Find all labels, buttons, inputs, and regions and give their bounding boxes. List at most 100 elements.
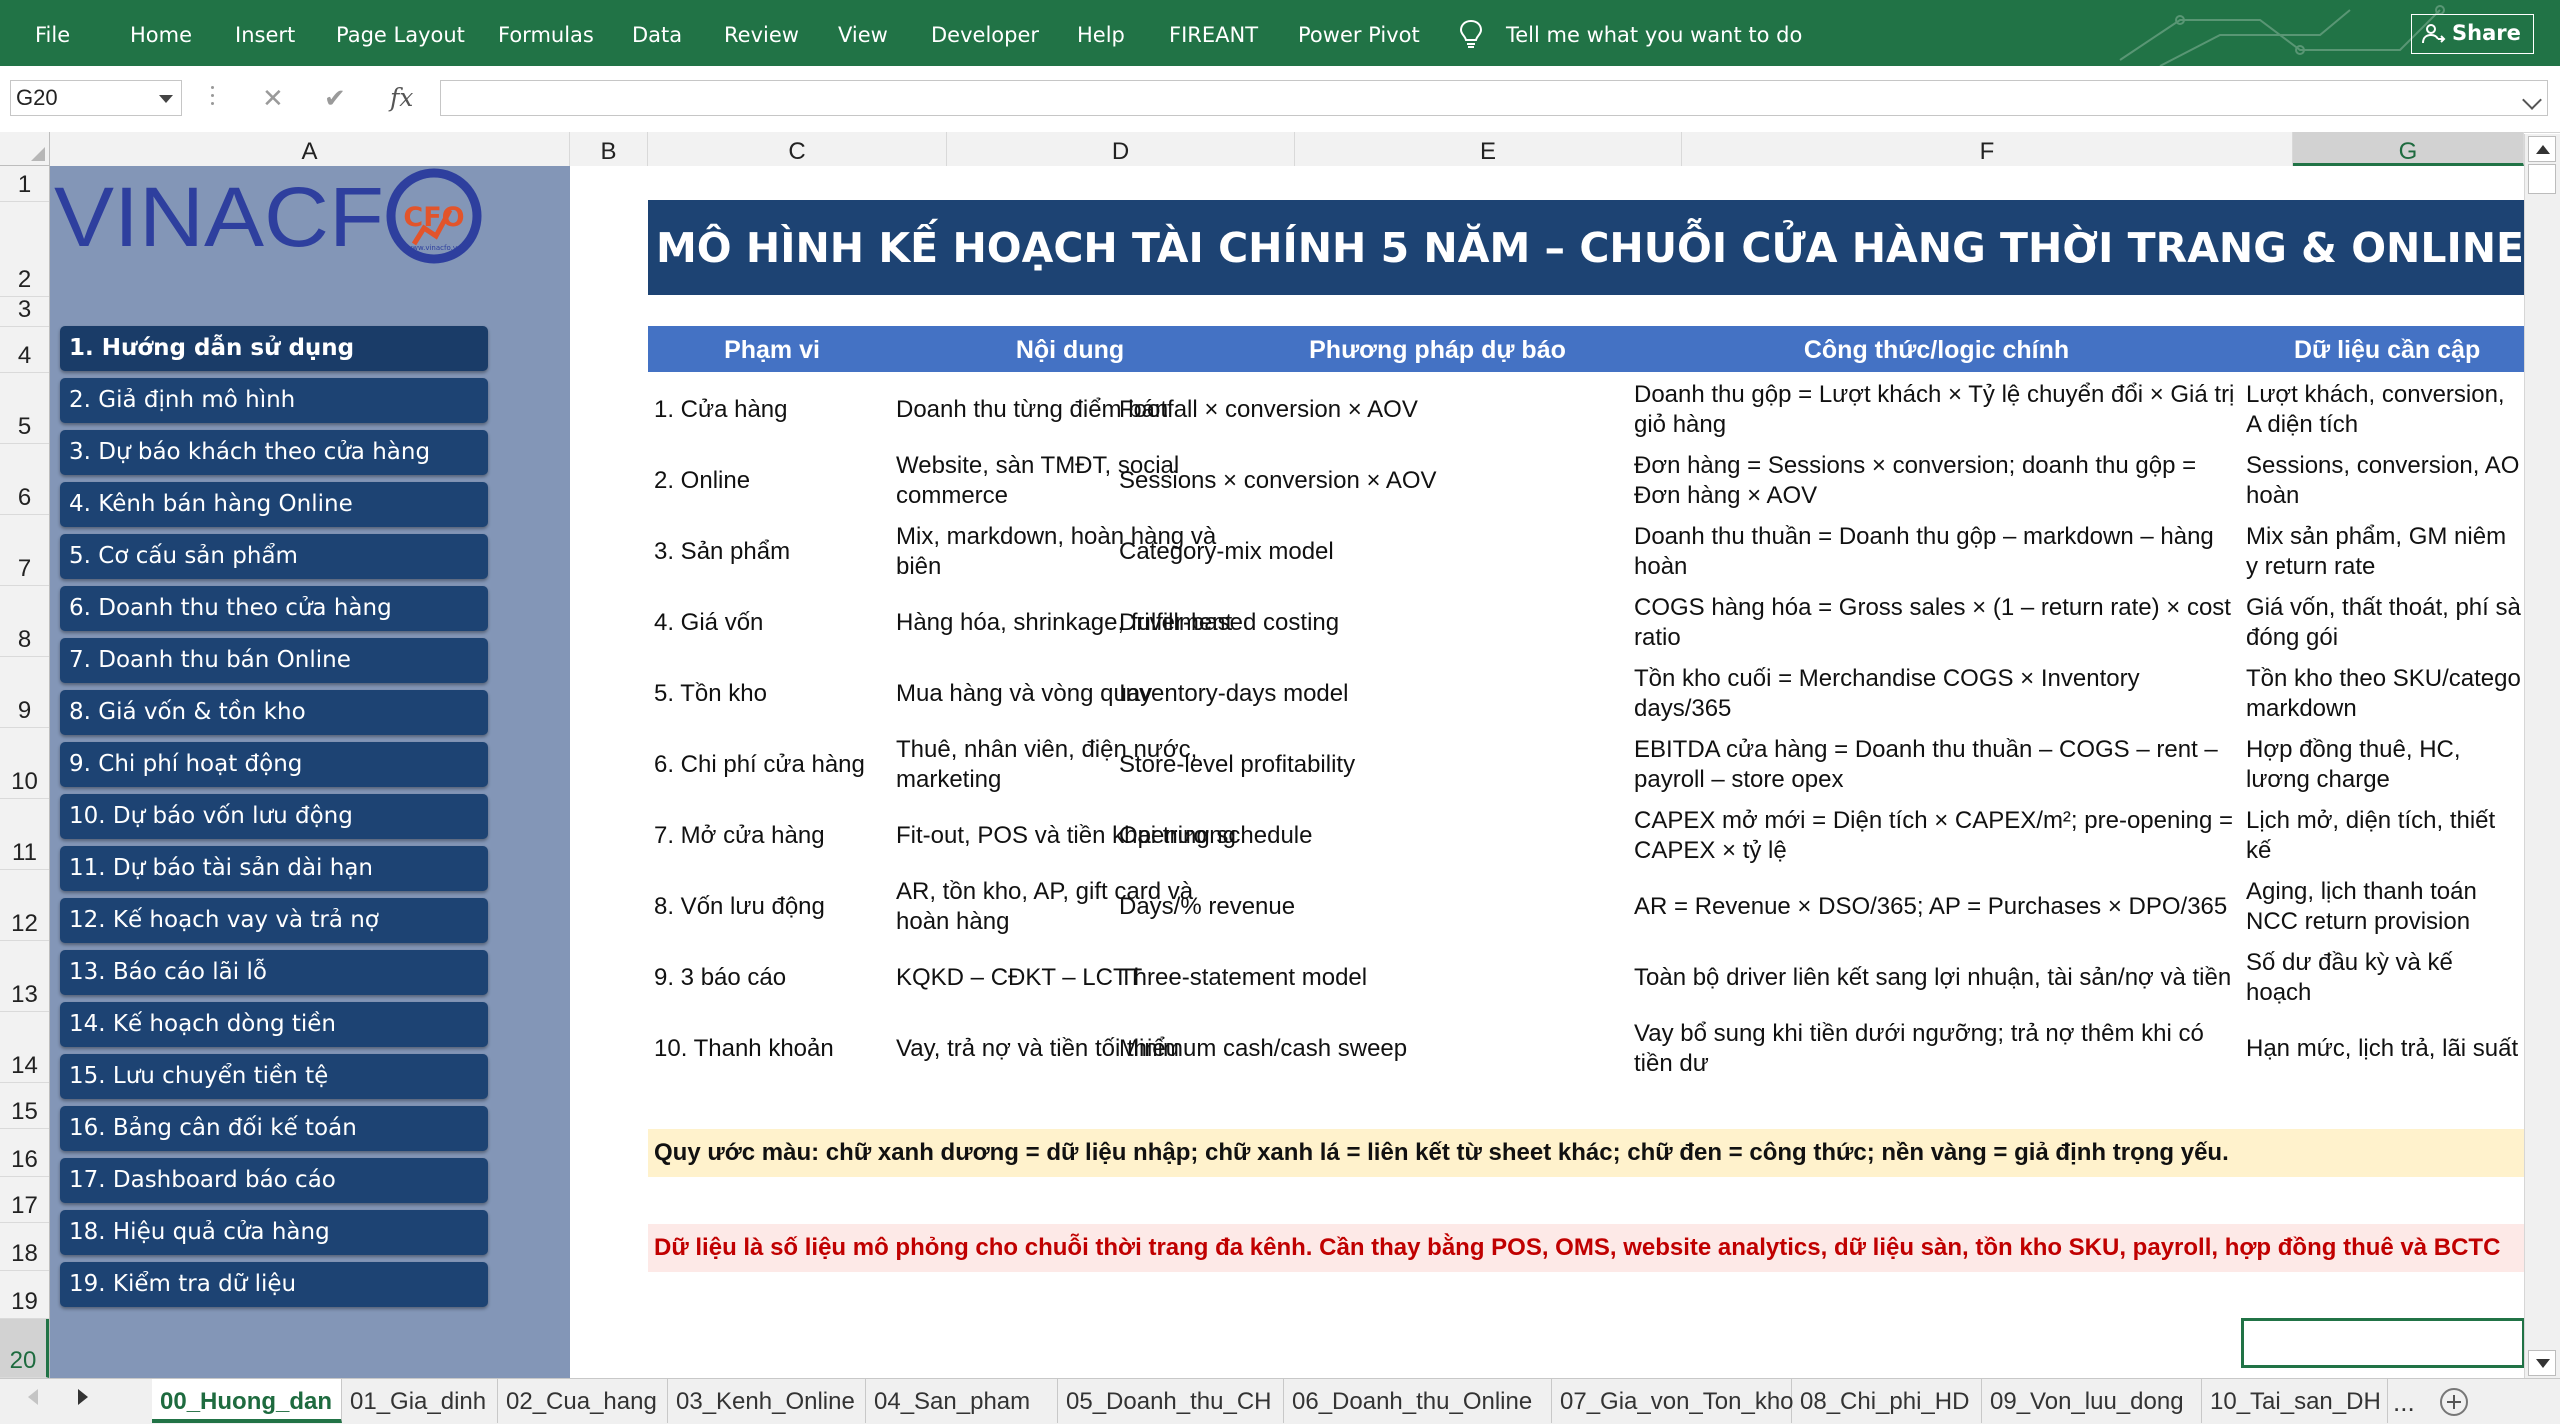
- scope-cell[interactable]: 2. Online: [654, 445, 894, 516]
- scroll-down-button[interactable]: [2528, 1350, 2556, 1376]
- nav-item-18[interactable]: 18. Hiệu quả cửa hàng: [60, 1210, 488, 1255]
- name-box-dropdown-icon[interactable]: [159, 95, 173, 103]
- nav-item-7[interactable]: 7. Doanh thu bán Online: [60, 638, 488, 683]
- ribbon-tab-data[interactable]: Data: [632, 0, 682, 66]
- nav-item-10[interactable]: 10. Dự báo vốn lưu động: [60, 794, 488, 839]
- nav-item-1[interactable]: 1. Hướng dẫn sử dụng: [60, 326, 488, 371]
- data-needed-cell[interactable]: Lượt khách, conversion, A diện tích: [2246, 374, 2524, 445]
- method-cell[interactable]: Sessions × conversion × AOV: [1119, 445, 1501, 516]
- nav-item-16[interactable]: 16. Bảng cân đối kế toán: [60, 1106, 488, 1151]
- scope-cell[interactable]: 8. Vốn lưu động: [654, 871, 894, 942]
- row-header[interactable]: 4: [0, 327, 49, 373]
- column-header-a[interactable]: A: [50, 132, 570, 166]
- nav-item-12[interactable]: 12. Kế hoạch vay và trả nợ: [60, 898, 488, 943]
- sheet-tab-05[interactable]: 05_Doanh_thu_CH: [1058, 1379, 1284, 1423]
- row-header[interactable]: 14: [0, 1012, 49, 1083]
- row-header[interactable]: 10: [0, 728, 49, 799]
- nav-item-6[interactable]: 6. Doanh thu theo cửa hàng: [60, 586, 488, 631]
- ribbon-tab-fireant[interactable]: FIREANT: [1169, 0, 1258, 66]
- row-header[interactable]: 19: [0, 1271, 49, 1319]
- formula-cell[interactable]: Toàn bộ driver liên kết sang lợi nhuận, …: [1634, 942, 2242, 1013]
- row-header[interactable]: 2: [0, 202, 49, 297]
- ribbon-tab-file[interactable]: File: [35, 0, 70, 66]
- column-header-c[interactable]: C: [648, 132, 947, 166]
- column-header-g[interactable]: G: [2293, 132, 2524, 166]
- row-header[interactable]: 9: [0, 657, 49, 728]
- ribbon-tab-view[interactable]: View: [838, 0, 888, 66]
- sheet-tab-10[interactable]: 10_Tai_san_DH: [2202, 1379, 2388, 1423]
- scope-cell[interactable]: 10. Thanh khoản: [654, 1013, 894, 1084]
- nav-item-13[interactable]: 13. Báo cáo lãi lỗ: [60, 950, 488, 995]
- next-sheet-icon[interactable]: [78, 1389, 88, 1405]
- method-cell[interactable]: Three-statement model: [1119, 942, 1501, 1013]
- method-cell[interactable]: Minimum cash/cash sweep: [1119, 1013, 1501, 1084]
- enter-formula-icon[interactable]: ✔: [324, 80, 346, 116]
- row-header[interactable]: 16: [0, 1129, 49, 1177]
- ribbon-tab-insert[interactable]: Insert: [235, 0, 295, 66]
- data-needed-cell[interactable]: Aging, lịch thanh toán NCC return provis…: [2246, 871, 2524, 942]
- formula-cell[interactable]: AR = Revenue × DSO/365; AP = Purchases ×…: [1634, 871, 2242, 942]
- data-needed-cell[interactable]: Mix sản phẩm, GM niêm y return rate: [2246, 516, 2524, 587]
- method-cell[interactable]: Days/% revenue: [1119, 871, 1501, 942]
- column-header-e[interactable]: E: [1295, 132, 1682, 166]
- select-all-corner[interactable]: [0, 132, 50, 166]
- share-button[interactable]: Share: [2411, 14, 2534, 54]
- row-header[interactable]: 8: [0, 586, 49, 657]
- formula-cell[interactable]: Doanh thu gộp = Lượt khách × Tỷ lệ chuyể…: [1634, 374, 2242, 445]
- nav-item-19[interactable]: 19. Kiểm tra dữ liệu: [60, 1262, 488, 1307]
- data-needed-cell[interactable]: Hợp đồng thuê, HC, lương charge: [2246, 729, 2524, 800]
- ribbon-tab-developer[interactable]: Developer: [931, 0, 1039, 66]
- ribbon-tab-review[interactable]: Review: [724, 0, 799, 66]
- data-needed-cell[interactable]: Sessions, conversion, AO hoàn: [2246, 445, 2524, 516]
- nav-item-17[interactable]: 17. Dashboard báo cáo: [60, 1158, 488, 1203]
- method-cell[interactable]: Store-level profitability: [1119, 729, 1501, 800]
- row-header[interactable]: 5: [0, 373, 49, 444]
- method-cell[interactable]: Footfall × conversion × AOV: [1119, 374, 1501, 445]
- data-needed-cell[interactable]: Hạn mức, lịch trả, lãi suất: [2246, 1013, 2524, 1084]
- sheet-tab-00[interactable]: 00_Huong_dan: [152, 1379, 342, 1423]
- sheet-tab-03[interactable]: 03_Kenh_Online: [668, 1379, 866, 1423]
- expand-formula-bar-icon[interactable]: [2522, 90, 2542, 110]
- row-header[interactable]: 15: [0, 1083, 49, 1129]
- formula-cell[interactable]: COGS hàng hóa = Gross sales × (1 – retur…: [1634, 587, 2242, 658]
- scope-cell[interactable]: 1. Cửa hàng: [654, 374, 894, 445]
- nav-item-4[interactable]: 4. Kênh bán hàng Online: [60, 482, 488, 527]
- sheet-tab-02[interactable]: 02_Cua_hang: [498, 1379, 668, 1423]
- method-cell[interactable]: Driver-based costing: [1119, 587, 1501, 658]
- data-needed-cell[interactable]: Lịch mở, diện tích, thiết kế: [2246, 800, 2524, 871]
- scope-cell[interactable]: 4. Giá vốn: [654, 587, 894, 658]
- ribbon-tab-power-pivot[interactable]: Power Pivot: [1298, 0, 1420, 66]
- data-needed-cell[interactable]: Giá vốn, thất thoát, phí sà đóng gói: [2246, 587, 2524, 658]
- scope-cell[interactable]: 6. Chi phí cửa hàng: [654, 729, 894, 800]
- row-header[interactable]: 20: [0, 1319, 49, 1378]
- selected-cell-g20[interactable]: [2241, 1318, 2525, 1368]
- nav-item-3[interactable]: 3. Dự báo khách theo cửa hàng: [60, 430, 488, 475]
- method-cell[interactable]: Category-mix model: [1119, 516, 1501, 587]
- ribbon-tab-page-layout[interactable]: Page Layout: [336, 0, 465, 66]
- sheet-tab-01[interactable]: 01_Gia_dinh: [342, 1379, 498, 1423]
- scope-cell[interactable]: 7. Mở cửa hàng: [654, 800, 894, 871]
- sheet-tab-09[interactable]: 09_Von_luu_dong: [1982, 1379, 2202, 1423]
- nav-item-11[interactable]: 11. Dự báo tài sản dài hạn: [60, 846, 488, 891]
- nav-item-14[interactable]: 14. Kế hoạch dòng tiền: [60, 1002, 488, 1047]
- formula-bar-grip-icon[interactable]: [211, 86, 215, 108]
- formula-input[interactable]: [440, 80, 2548, 116]
- row-header[interactable]: 7: [0, 515, 49, 586]
- sheet-tab-06[interactable]: 06_Doanh_thu_Online: [1284, 1379, 1552, 1423]
- scope-cell[interactable]: 5. Tồn kho: [654, 658, 894, 729]
- column-header-f[interactable]: F: [1682, 132, 2293, 166]
- row-header[interactable]: 12: [0, 870, 49, 941]
- ribbon-tab-home[interactable]: Home: [130, 0, 192, 66]
- prev-sheet-icon[interactable]: [28, 1389, 38, 1405]
- nav-item-15[interactable]: 15. Lưu chuyển tiền tệ: [60, 1054, 488, 1099]
- vertical-scrollbar[interactable]: [2524, 134, 2560, 1378]
- nav-item-9[interactable]: 9. Chi phí hoạt động: [60, 742, 488, 787]
- row-header[interactable]: 13: [0, 941, 49, 1012]
- row-header[interactable]: 18: [0, 1223, 49, 1271]
- formula-cell[interactable]: EBITDA cửa hàng = Doanh thu thuần – COGS…: [1634, 729, 2242, 800]
- row-header[interactable]: 6: [0, 444, 49, 515]
- scope-cell[interactable]: 9. 3 báo cáo: [654, 942, 894, 1013]
- more-sheets-button[interactable]: ...: [2393, 1379, 2415, 1423]
- formula-cell[interactable]: Tồn kho cuối = Merchandise COGS × Invent…: [1634, 658, 2242, 729]
- scope-cell[interactable]: 3. Sản phẩm: [654, 516, 894, 587]
